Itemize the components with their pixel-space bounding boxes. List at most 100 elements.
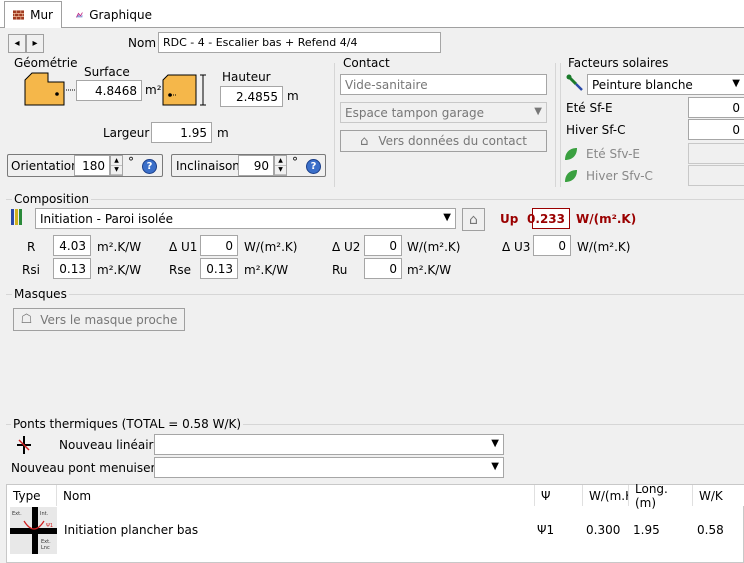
orientation-field[interactable]: 180 (74, 155, 110, 176)
column-header-nom[interactable]: Nom (57, 485, 535, 506)
previous-button[interactable]: ◂ (8, 34, 26, 53)
tab-mur[interactable]: Mur (4, 1, 62, 29)
ete-sfe-label: Eté Sf-E (566, 101, 613, 115)
surface-unit: m² (145, 83, 162, 97)
home-icon: ⌂ (360, 133, 369, 149)
composition-combo[interactable]: Initiation - Paroi isolée ▼ (35, 208, 456, 229)
ete-sfve-field[interactable] (688, 143, 744, 164)
nouveau-menuiserie-label: Nouveau pont menuiserie (11, 461, 167, 475)
rsi-label: Rsi (22, 263, 40, 277)
tab-mur-label: Mur (30, 8, 53, 22)
column-header-type[interactable]: Type (7, 485, 57, 506)
facteurs-combo[interactable]: Peinture blanche ▼ (587, 74, 744, 95)
help-icon[interactable]: ? (306, 159, 321, 174)
contact-title: Contact (341, 56, 392, 70)
hiver-sfvc-label: Hiver Sfv-C (586, 169, 653, 183)
ete-sfe-field[interactable]: 0 (688, 97, 744, 118)
ponts-table: Type Nom Ψ W/(m.K Long. (m) W/K Ext. Int… (6, 482, 744, 563)
largeur-field[interactable]: 1.95 (151, 122, 212, 143)
inclinaison-field[interactable]: 90 (238, 155, 274, 176)
du1-unit: W/(m².K) (244, 240, 298, 254)
surface-value: 4.8468 (95, 83, 137, 98)
du3-field[interactable]: 0 (533, 235, 571, 256)
ponts-title: Ponts thermiques (TOTAL = 0.58 W/K) (11, 417, 244, 431)
geometrie-title: Géométrie (12, 56, 80, 70)
next-button[interactable]: ▸ (26, 34, 44, 53)
masque-proche-button[interactable]: ☖ Vers le masque proche (13, 308, 185, 331)
nom-label: Nom (128, 36, 157, 50)
largeur-label: Largeur (103, 126, 150, 140)
row-long: 1.95 (633, 523, 660, 537)
hiver-sfc-value: 0 (732, 122, 740, 137)
rse-field: 0.13 (200, 258, 238, 279)
composition-edit-button[interactable]: ⌂ (462, 208, 485, 231)
largeur-unit: m (217, 126, 229, 140)
ru-field[interactable]: 0 (364, 258, 402, 279)
row-psi: Ψ1 (537, 523, 555, 537)
du2-unit: W/(m².K) (407, 240, 461, 254)
facteurs-title: Facteurs solaires (566, 56, 671, 70)
thermal-bridge-icon (17, 436, 31, 454)
du1-field[interactable]: 0 (200, 235, 238, 256)
orientation-degree: ° (128, 155, 134, 169)
ete-sfe-value: 0 (732, 100, 740, 115)
largeur-value: 1.95 (180, 125, 207, 140)
du2-label: Δ U2 (332, 240, 361, 254)
inclinaison-value: 90 (253, 158, 269, 173)
surface-field[interactable]: 4.8468 (76, 80, 142, 101)
contact-data-button[interactable]: ⌂ Vers données du contact (340, 130, 547, 152)
ru-value: 0 (389, 261, 397, 276)
r-value: 4.03 (59, 238, 86, 253)
nom-field[interactable]: RDC - 4 - Escalier bas + Refend 4/4 (158, 32, 441, 53)
masque-proche-label: Vers le masque proche (40, 312, 178, 327)
du2-value: 0 (389, 238, 397, 253)
hiver-sfc-label: Hiver Sf-C (566, 123, 626, 137)
tab-graphique[interactable]: Graphique (68, 2, 160, 28)
help-icon[interactable]: ? (142, 159, 157, 174)
column-header-w[interactable]: W/(m.K (583, 485, 629, 506)
masques-title: Masques (12, 287, 69, 301)
rse-unit: m².K/W (244, 263, 289, 277)
nouveau-menuiserie-combo[interactable]: ▼ (154, 457, 504, 478)
orientation-spinner[interactable]: ▲ ▼ (110, 155, 123, 176)
contact-data-label: Vers données du contact (378, 134, 527, 148)
inclinaison-degree: ° (292, 155, 298, 169)
nouveau-lineaire-label: Nouveau linéaire (59, 438, 161, 452)
inclinaison-label: Inclinaison (176, 159, 240, 173)
hauteur-label: Hauteur (222, 70, 271, 84)
composition-title: Composition (12, 192, 91, 206)
contact-field[interactable]: Vide-sanitaire (340, 74, 547, 95)
chevron-down-icon: ▼ (491, 438, 499, 449)
column-header-psi[interactable]: Ψ (535, 485, 583, 506)
row-w: 0.300 (586, 523, 621, 537)
composition-combo-value: Initiation - Paroi isolée (40, 211, 174, 226)
contact-combo[interactable]: Espace tampon garage ▼ (340, 102, 547, 123)
table-row[interactable]: Ext. Int. Ψ1 Ext. Lnc Initiation planche… (7, 506, 743, 554)
leaf-icon (565, 148, 577, 160)
rsi-unit: m².K/W (97, 263, 142, 277)
icon-psi-label: Ψ1 (46, 523, 53, 529)
chevron-down-icon: ▼ (534, 106, 542, 117)
icon-int-label: Int. (40, 511, 49, 517)
hiver-sfc-field[interactable]: 0 (688, 119, 744, 140)
paint-brush-icon (566, 74, 583, 91)
nouveau-lineaire-combo[interactable]: ▼ (154, 434, 504, 455)
rse-value: 0.13 (206, 261, 233, 276)
hauteur-field[interactable]: 2.4855 (220, 86, 283, 107)
surface-label: Surface (84, 65, 130, 79)
column-header-wk[interactable]: W/K (693, 485, 744, 506)
inclinaison-spinner[interactable]: ▲ ▼ (274, 155, 287, 176)
tab-graphique-label: Graphique (89, 8, 152, 22)
rsi-value: 0.13 (59, 261, 86, 276)
row-nom: Initiation plancher bas (64, 523, 199, 537)
du1-label: Δ U1 (169, 240, 198, 254)
thermal-bridge-type-icon: Ext. Int. Ψ1 Ext. Lnc (10, 507, 57, 554)
du3-label: Δ U3 (502, 240, 531, 254)
ru-label: Ru (332, 263, 348, 277)
hiver-sfvc-field[interactable] (688, 165, 744, 186)
row-wk: 0.58 (697, 523, 724, 537)
column-header-long[interactable]: Long. (m) (629, 482, 693, 510)
du2-field[interactable]: 0 (364, 235, 402, 256)
graph-icon (76, 12, 83, 18)
hauteur-value: 2.4855 (236, 89, 278, 104)
